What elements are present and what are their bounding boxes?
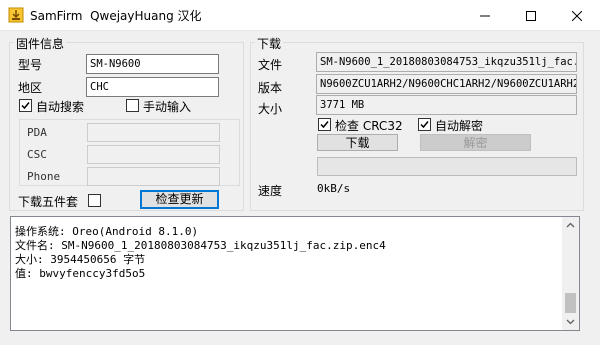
pda-input[interactable] [87, 123, 220, 142]
version-field: N9600ZCU1ARH2/N9600CHC1ARH2/N9600ZCU1ARH… [316, 74, 577, 94]
title-bar[interactable]: SamFirm QwejayHuang 汉化 [0, 0, 600, 31]
check-crc32-label: 检查 CRC32 [335, 119, 403, 133]
model-input[interactable]: SM-N9600 [86, 54, 219, 74]
close-button[interactable] [554, 0, 600, 30]
csc-label: CSC [27, 148, 47, 161]
download-app-icon [8, 7, 24, 23]
decrypt-button[interactable]: 解密 [420, 134, 531, 151]
file-field: SM-N9600_1_20180803084753_ikqzu351lj_fac… [316, 52, 577, 72]
download-progress-bar [317, 157, 577, 176]
scroll-up-icon[interactable] [562, 217, 579, 234]
speed-label: 速度 [258, 184, 283, 198]
region-label: 地区 [18, 81, 43, 95]
speed-value: 0kB/s [317, 182, 351, 195]
manual-input-label: 手动输入 [143, 100, 192, 114]
auto-decrypt-checkbox[interactable] [418, 118, 431, 131]
binary-nature-label: 下载五件套 [18, 195, 79, 209]
auto-search-checkbox[interactable] [19, 99, 32, 112]
close-icon [571, 10, 583, 21]
maximize-icon [526, 10, 536, 21]
pda-label: PDA [27, 126, 47, 139]
title-suffix: QwejayHuang 汉化 [90, 9, 202, 23]
size-label: 大小 [258, 102, 283, 116]
model-label: 型号 [18, 58, 43, 72]
version-label: 版本 [258, 81, 283, 95]
download-group-label: 下载 [255, 35, 284, 52]
phone-input[interactable] [87, 167, 220, 186]
check-crc32-checkbox[interactable] [318, 118, 331, 131]
maximize-button[interactable] [508, 0, 554, 30]
auto-search-label: 自动搜索 [36, 100, 85, 114]
log-line: 值: bwvyfenccy3fd5o5 [15, 267, 146, 280]
check-update-button[interactable]: 检查更新 [140, 190, 219, 209]
scroll-down-icon[interactable] [562, 313, 579, 330]
checkmark-icon [420, 121, 429, 129]
minimize-icon [480, 15, 490, 16]
size-field: 3771 MB [316, 95, 577, 115]
window-title: SamFirm QwejayHuang 汉化 [30, 7, 202, 24]
csc-input[interactable] [87, 145, 220, 164]
scroll-thumb[interactable] [565, 293, 576, 313]
minimize-button[interactable] [462, 0, 508, 30]
checkmark-icon [21, 102, 30, 110]
phone-label: Phone [27, 170, 61, 183]
auto-decrypt-label: 自动解密 [435, 119, 484, 133]
log-textbox[interactable]: 操作系统: Oreo(Android 8.1.0) 文件名: SM-N9600_… [10, 216, 580, 331]
binary-nature-checkbox[interactable] [88, 194, 101, 207]
manual-input-checkbox[interactable] [126, 99, 139, 112]
file-label: 文件 [258, 58, 283, 72]
download-button[interactable]: 下载 [317, 134, 398, 151]
log-scrollbar[interactable] [562, 217, 579, 330]
title-app-name: SamFirm [30, 9, 83, 23]
firmware-info-group-label: 固件信息 [14, 35, 67, 52]
region-input[interactable]: CHC [86, 77, 219, 97]
checkmark-icon [320, 121, 329, 129]
